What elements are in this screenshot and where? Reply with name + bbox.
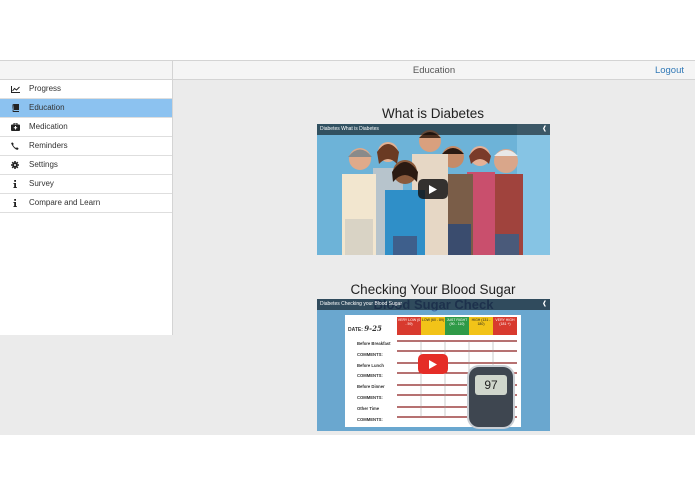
video-heading-what-is-diabetes: What is Diabetes (381, 106, 485, 121)
sidebar-item-label: Compare and Learn (29, 198, 101, 207)
medkit-icon (10, 118, 20, 136)
sidebar-item-label: Settings (29, 160, 58, 169)
app-container: Education Logout Progress Education Medi… (0, 60, 695, 435)
play-button[interactable] (418, 179, 448, 199)
top-bar-left-spacer (0, 61, 173, 79)
book-icon (10, 99, 20, 117)
sidebar-item-label: Survey (29, 179, 54, 188)
video-title-bar: Diabetes What is Diabetes ❰ (317, 124, 550, 135)
video-player-checking-blood-sugar[interactable]: Diabetes Checking your Blood Sugar ❰ Blo… (317, 299, 550, 431)
share-icon[interactable]: ❰ (542, 124, 547, 135)
sidebar-item-survey[interactable]: Survey (0, 175, 172, 194)
logout-link[interactable]: Logout (655, 61, 684, 80)
glucose-meter-illustration: 97 (467, 365, 515, 429)
chart-line-icon (10, 80, 20, 98)
sidebar-item-label: Reminders (29, 141, 68, 150)
main-content: What is Diabetes Diabetes What is Diabet… (173, 80, 695, 435)
video-heading-checking-blood-sugar: Checking Your Blood Sugar (350, 282, 516, 297)
sidebar-item-label: Progress (29, 84, 62, 93)
info-icon (10, 175, 20, 193)
page-title: Education (412, 65, 456, 76)
play-icon (429, 184, 437, 194)
top-bar: Education Logout (0, 60, 695, 80)
sidebar-item-settings[interactable]: Settings (0, 156, 172, 175)
video-player-title: Diabetes Checking your Blood Sugar (320, 301, 402, 307)
share-icon[interactable]: ❰ (542, 299, 547, 310)
sidebar-item-medication[interactable]: Medication (0, 118, 172, 137)
play-button[interactable] (418, 354, 448, 374)
sidebar-item-label: Education (29, 103, 65, 112)
video-player-what-is-diabetes[interactable]: Diabetes What is Diabetes ❰ (317, 124, 550, 255)
meter-reading: 97 (475, 375, 507, 395)
sidebar-item-reminders[interactable]: Reminders (0, 137, 172, 156)
sidebar-item-label: Medication (29, 122, 68, 131)
sidebar-item-education[interactable]: Education (0, 99, 172, 118)
video-player-title: Diabetes What is Diabetes (320, 126, 379, 132)
phone-icon (10, 137, 20, 155)
sidebar: Progress Education Medication Reminders … (0, 80, 173, 335)
info-icon (10, 194, 20, 212)
sidebar-item-compare-and-learn[interactable]: Compare and Learn (0, 194, 172, 213)
sidebar-item-progress[interactable]: Progress (0, 80, 172, 99)
video-title-bar: Diabetes Checking your Blood Sugar ❰ (317, 299, 550, 310)
play-icon (429, 359, 437, 369)
gear-icon (10, 156, 20, 174)
